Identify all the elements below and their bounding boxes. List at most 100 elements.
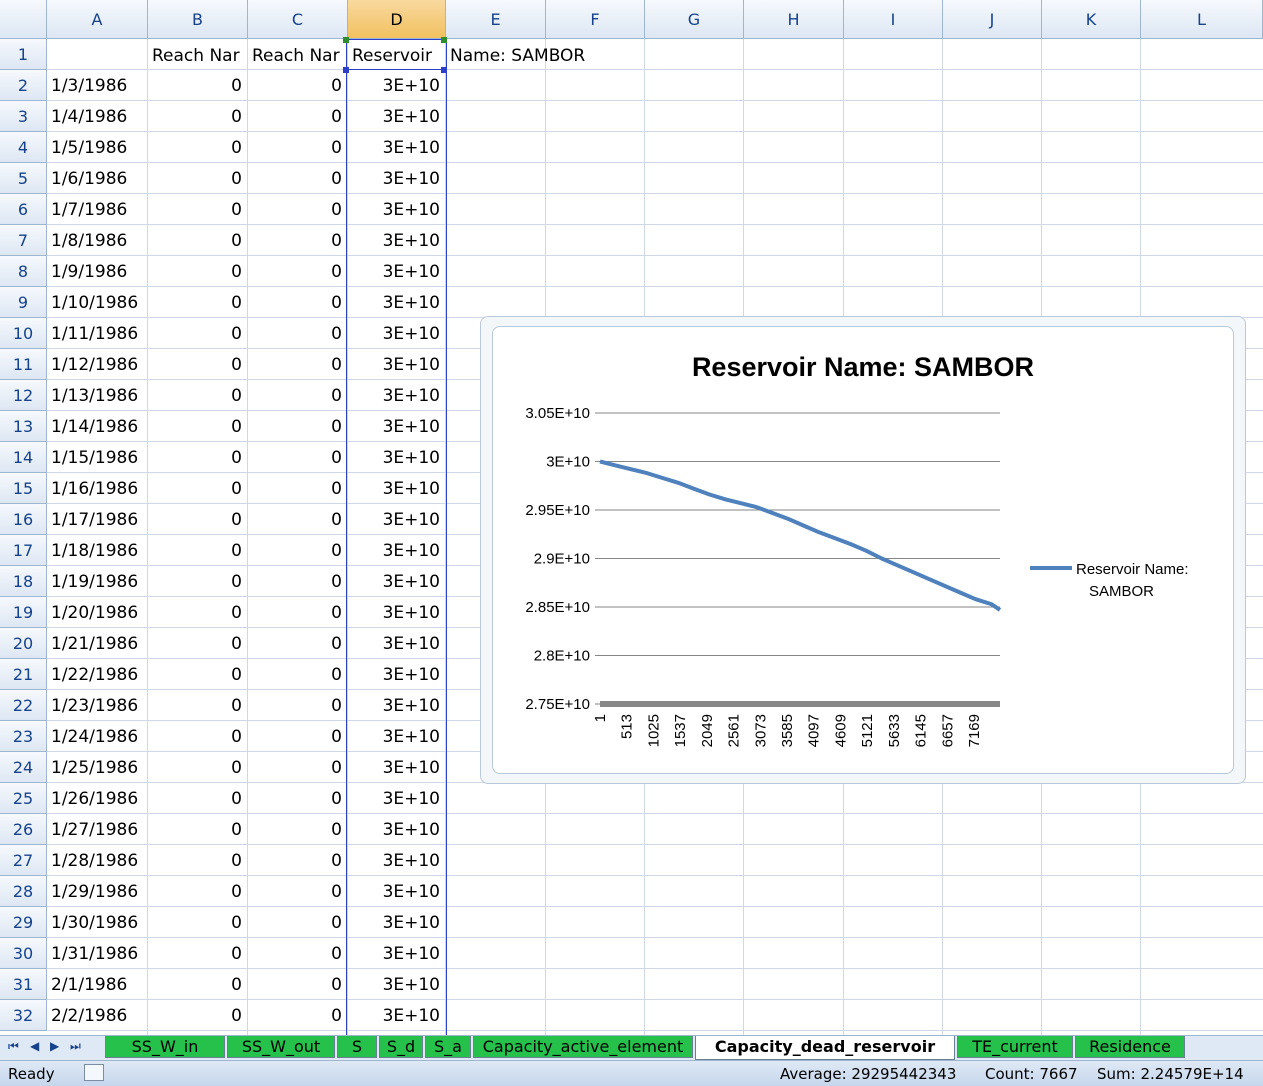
cell-b5[interactable]: 0: [148, 164, 248, 194]
cell-c27[interactable]: 0: [248, 846, 348, 876]
row-header-31[interactable]: 31: [0, 969, 47, 1000]
cell-b28[interactable]: 0: [148, 877, 248, 907]
sheet-tab-capacity-dead-reservoir[interactable]: Capacity_dead_reservoir: [695, 1036, 955, 1060]
cell-b31[interactable]: 0: [148, 970, 248, 1000]
active-cell-d1[interactable]: [346, 39, 447, 70]
row-header-11[interactable]: 11: [0, 349, 47, 380]
row-header-7[interactable]: 7: [0, 225, 47, 256]
cell-b20[interactable]: 0: [148, 629, 248, 659]
row-header-14[interactable]: 14: [0, 442, 47, 473]
sheet-tab-s[interactable]: S: [337, 1036, 377, 1058]
cell-c20[interactable]: 0: [248, 629, 348, 659]
row-header-6[interactable]: 6: [0, 194, 47, 225]
cell-b17[interactable]: 0: [148, 536, 248, 566]
row-header-19[interactable]: 19: [0, 597, 47, 628]
cell-b7[interactable]: 0: [148, 226, 248, 256]
cell-c24[interactable]: 0: [248, 753, 348, 783]
cell-b11[interactable]: 0: [148, 350, 248, 380]
cell-b10[interactable]: 0: [148, 319, 248, 349]
cell-b8[interactable]: 0: [148, 257, 248, 287]
cell-c2[interactable]: 0: [248, 71, 348, 101]
cell-a20[interactable]: 1/21/1986: [47, 629, 148, 659]
row-header-9[interactable]: 9: [0, 287, 47, 318]
cell-c22[interactable]: 0: [248, 691, 348, 721]
cell-b3[interactable]: 0: [148, 102, 248, 132]
column-header-d[interactable]: D: [348, 0, 446, 39]
cell-a4[interactable]: 1/5/1986: [47, 133, 148, 163]
cell-c11[interactable]: 0: [248, 350, 348, 380]
cell-a28[interactable]: 1/29/1986: [47, 877, 148, 907]
cell-c31[interactable]: 0: [248, 970, 348, 1000]
cell-c4[interactable]: 0: [248, 133, 348, 163]
cell-b2[interactable]: 0: [148, 71, 248, 101]
column-header-c[interactable]: C: [248, 0, 348, 39]
macro-record-icon[interactable]: [84, 1064, 104, 1081]
sheet-tab-te-current[interactable]: TE_current: [957, 1036, 1073, 1058]
row-header-2[interactable]: 2: [0, 70, 47, 101]
cell-b15[interactable]: 0: [148, 474, 248, 504]
cell-a26[interactable]: 1/27/1986: [47, 815, 148, 845]
cell-c18[interactable]: 0: [248, 567, 348, 597]
cell-b9[interactable]: 0: [148, 288, 248, 318]
cell-b12[interactable]: 0: [148, 381, 248, 411]
cell-a19[interactable]: 1/20/1986: [47, 598, 148, 628]
tab-nav-prev[interactable]: ◀: [30, 1039, 39, 1053]
column-header-k[interactable]: K: [1042, 0, 1141, 39]
cell-b25[interactable]: 0: [148, 784, 248, 814]
cell-b27[interactable]: 0: [148, 846, 248, 876]
cell-a15[interactable]: 1/16/1986: [47, 474, 148, 504]
column-header-l[interactable]: L: [1141, 0, 1263, 39]
column-header-h[interactable]: H: [744, 0, 844, 39]
cell-b18[interactable]: 0: [148, 567, 248, 597]
tab-nav-last[interactable]: ⏭: [70, 1039, 81, 1054]
cell-b21[interactable]: 0: [148, 660, 248, 690]
row-header-10[interactable]: 10: [0, 318, 47, 349]
column-header-i[interactable]: I: [844, 0, 943, 39]
cell-a16[interactable]: 1/17/1986: [47, 505, 148, 535]
cell-a13[interactable]: 1/14/1986: [47, 412, 148, 442]
cell-a5[interactable]: 1/6/1986: [47, 164, 148, 194]
row-header-26[interactable]: 26: [0, 814, 47, 845]
column-header-g[interactable]: G: [645, 0, 744, 39]
row-header-1[interactable]: 1: [0, 39, 47, 70]
cell-c7[interactable]: 0: [248, 226, 348, 256]
row-header-20[interactable]: 20: [0, 628, 47, 659]
row-header-25[interactable]: 25: [0, 783, 47, 814]
cell-a30[interactable]: 1/31/1986: [47, 939, 148, 969]
cell-a7[interactable]: 1/8/1986: [47, 226, 148, 256]
cell-a25[interactable]: 1/26/1986: [47, 784, 148, 814]
cell-c25[interactable]: 0: [248, 784, 348, 814]
cell-c6[interactable]: 0: [248, 195, 348, 225]
cell-c26[interactable]: 0: [248, 815, 348, 845]
selection-handle[interactable]: [441, 37, 447, 43]
cell-c29[interactable]: 0: [248, 908, 348, 938]
row-header-13[interactable]: 13: [0, 411, 47, 442]
cell-b13[interactable]: 0: [148, 412, 248, 442]
row-header-32[interactable]: 32: [0, 1000, 47, 1031]
cell-a11[interactable]: 1/12/1986: [47, 350, 148, 380]
cell-a22[interactable]: 1/23/1986: [47, 691, 148, 721]
cell-c5[interactable]: 0: [248, 164, 348, 194]
cell-b26[interactable]: 0: [148, 815, 248, 845]
cell-b30[interactable]: 0: [148, 939, 248, 969]
cell-b29[interactable]: 0: [148, 908, 248, 938]
tab-nav-first[interactable]: ⏮: [8, 1039, 19, 1054]
cell-b1[interactable]: Reach Nar: [148, 41, 248, 71]
cell-a9[interactable]: 1/10/1986: [47, 288, 148, 318]
row-header-8[interactable]: 8: [0, 256, 47, 287]
column-header-f[interactable]: F: [546, 0, 645, 39]
row-header-29[interactable]: 29: [0, 907, 47, 938]
cell-c19[interactable]: 0: [248, 598, 348, 628]
row-header-22[interactable]: 22: [0, 690, 47, 721]
row-header-5[interactable]: 5: [0, 163, 47, 194]
cell-b22[interactable]: 0: [148, 691, 248, 721]
cell-c23[interactable]: 0: [248, 722, 348, 752]
cell-a2[interactable]: 1/3/1986: [47, 71, 148, 101]
row-header-17[interactable]: 17: [0, 535, 47, 566]
cell-b23[interactable]: 0: [148, 722, 248, 752]
cell-c30[interactable]: 0: [248, 939, 348, 969]
row-header-21[interactable]: 21: [0, 659, 47, 690]
cell-b32[interactable]: 0: [148, 1001, 248, 1031]
select-all-corner[interactable]: [0, 0, 47, 39]
row-header-24[interactable]: 24: [0, 752, 47, 783]
